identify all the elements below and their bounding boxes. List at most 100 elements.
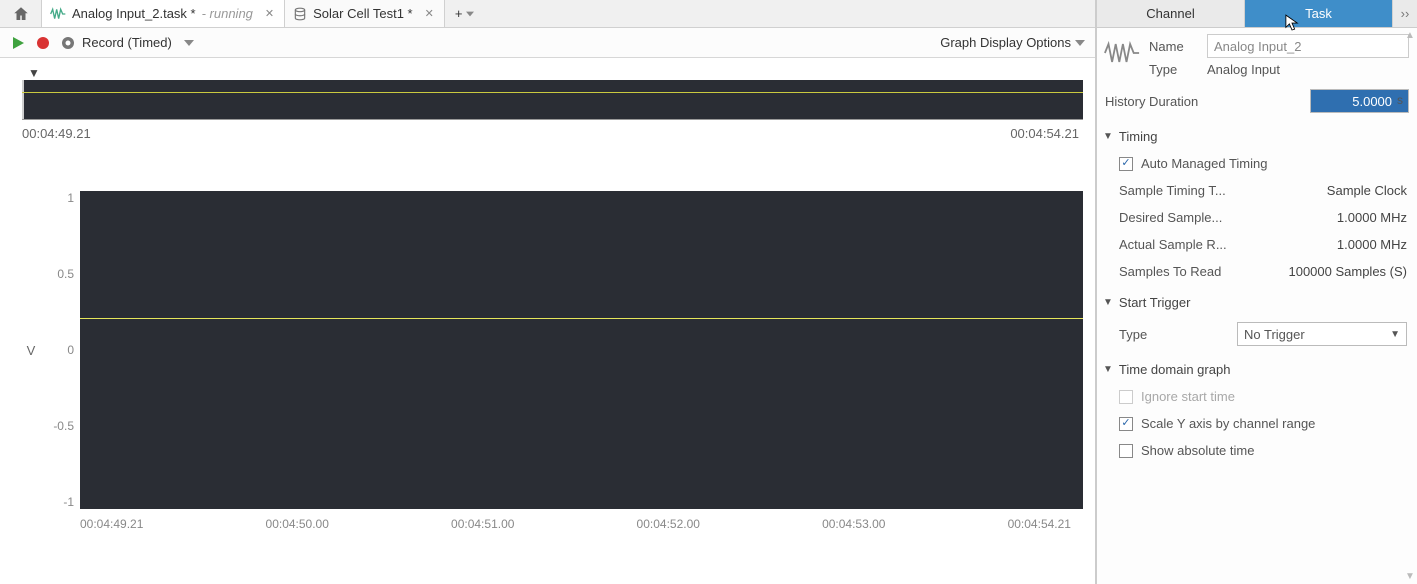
desired-sample-row: Desired Sample... 1.0000 MHz bbox=[1097, 204, 1417, 231]
scale-y-label: Scale Y axis by channel range bbox=[1141, 416, 1315, 431]
trigger-type-value: No Trigger bbox=[1244, 327, 1305, 342]
type-value: Analog Input bbox=[1207, 62, 1280, 77]
x-tick: 00:04:52.00 bbox=[637, 517, 700, 531]
database-icon bbox=[293, 7, 307, 21]
section-title: Start Trigger bbox=[1119, 295, 1191, 310]
tab-task[interactable]: Task bbox=[1245, 0, 1393, 27]
history-duration-unit: s bbox=[1397, 93, 1403, 107]
type-field-row: Type Analog Input bbox=[1149, 62, 1409, 77]
scale-y-row: Scale Y axis by channel range bbox=[1097, 410, 1417, 437]
ignore-start-time-row: Ignore start time bbox=[1097, 383, 1417, 410]
main-graph-row: V 1 0.5 0 -0.5 -1 bbox=[22, 191, 1083, 509]
stop-button[interactable] bbox=[36, 36, 50, 50]
overview-handle[interactable] bbox=[22, 80, 24, 119]
main-pane: Analog Input_2.task * - running ✕ Solar … bbox=[0, 0, 1096, 584]
home-button[interactable] bbox=[0, 0, 42, 27]
task-header-fields: Name Type Analog Input bbox=[1149, 34, 1409, 77]
properties-panel: Channel Task ›› Name Type Analog Input H… bbox=[1096, 0, 1417, 584]
y-axis: 1 0.5 0 -0.5 -1 bbox=[40, 191, 80, 509]
history-duration-label: History Duration bbox=[1105, 94, 1198, 109]
name-field-row: Name bbox=[1149, 34, 1409, 58]
scale-y-checkbox[interactable] bbox=[1119, 417, 1133, 431]
scroll-down-icon[interactable]: ▼ bbox=[1405, 571, 1415, 582]
chevron-down-icon: ▼ bbox=[1103, 364, 1113, 375]
chevron-down-icon bbox=[1075, 40, 1085, 46]
section-time-domain-graph[interactable]: ▼ Time domain graph bbox=[1097, 352, 1417, 383]
auto-managed-timing-label: Auto Managed Timing bbox=[1141, 156, 1267, 171]
y-tick: 0 bbox=[67, 343, 74, 357]
name-label: Name bbox=[1149, 39, 1199, 54]
workspace: ▼ 00:04:49.21 00:04:54.21 V 1 0.5 0 -0.5… bbox=[0, 58, 1095, 584]
y-axis-unit: V bbox=[22, 191, 40, 509]
task-header: Name Type Analog Input bbox=[1097, 28, 1417, 79]
play-icon bbox=[10, 35, 26, 51]
close-icon[interactable]: ✕ bbox=[425, 7, 434, 20]
auto-managed-timing-checkbox[interactable] bbox=[1119, 157, 1133, 171]
tab-analog-input[interactable]: Analog Input_2.task * - running ✕ bbox=[42, 0, 285, 27]
x-tick: 00:04:54.21 bbox=[1008, 517, 1071, 531]
graph-options-label: Graph Display Options bbox=[940, 35, 1071, 50]
ignore-start-time-checkbox bbox=[1119, 390, 1133, 404]
record-icon bbox=[60, 35, 76, 51]
trigger-type-label: Type bbox=[1119, 327, 1147, 342]
actual-sample-label: Actual Sample R... bbox=[1119, 237, 1227, 252]
overview-signal bbox=[22, 92, 1083, 93]
section-title: Time domain graph bbox=[1119, 362, 1231, 377]
show-absolute-time-label: Show absolute time bbox=[1141, 443, 1254, 458]
sample-timing-type-label: Sample Timing T... bbox=[1119, 183, 1226, 198]
x-tick: 00:04:50.00 bbox=[266, 517, 329, 531]
chevron-down-icon: ▼ bbox=[1103, 297, 1113, 308]
y-tick: 0.5 bbox=[57, 267, 74, 281]
waveform-icon bbox=[1104, 38, 1140, 68]
samples-to-read-value: 100000 Samples (S) bbox=[1288, 264, 1407, 279]
actual-sample-row: Actual Sample R... 1.0000 MHz bbox=[1097, 231, 1417, 258]
x-tick: 00:04:53.00 bbox=[822, 517, 885, 531]
tab-solar-cell[interactable]: Solar Cell Test1 * ✕ bbox=[285, 0, 445, 27]
trigger-type-dropdown[interactable]: No Trigger ▼ bbox=[1237, 322, 1407, 346]
show-absolute-time-checkbox[interactable] bbox=[1119, 444, 1133, 458]
close-icon[interactable]: ✕ bbox=[265, 7, 274, 20]
overview-end-time: 00:04:54.21 bbox=[1010, 126, 1079, 141]
y-tick: -0.5 bbox=[53, 419, 74, 433]
section-start-trigger[interactable]: ▼ Start Trigger bbox=[1097, 285, 1417, 316]
record-dot-icon bbox=[36, 36, 50, 50]
range-marker-icon[interactable]: ▼ bbox=[28, 66, 40, 80]
side-tabs: Channel Task ›› bbox=[1097, 0, 1417, 28]
task-icon bbox=[1103, 34, 1141, 72]
scroll-up-icon[interactable]: ▲ bbox=[1405, 30, 1415, 41]
tab-label: Analog Input_2.task * bbox=[72, 6, 196, 21]
desired-sample-value: 1.0000 MHz bbox=[1337, 210, 1407, 225]
x-tick: 00:04:51.00 bbox=[451, 517, 514, 531]
ignore-start-time-label: Ignore start time bbox=[1141, 389, 1235, 404]
document-tabs: Analog Input_2.task * - running ✕ Solar … bbox=[0, 0, 1095, 28]
tab-status: - running bbox=[202, 6, 253, 21]
tab-label: Solar Cell Test1 * bbox=[313, 6, 412, 21]
home-icon bbox=[12, 5, 30, 23]
auto-managed-timing-row: Auto Managed Timing bbox=[1097, 150, 1417, 177]
record-mode-button[interactable]: Record (Timed) bbox=[60, 35, 194, 51]
graph-display-options-button[interactable]: Graph Display Options bbox=[940, 35, 1085, 50]
sample-timing-type-row: Sample Timing T... Sample Clock bbox=[1097, 177, 1417, 204]
more-tabs-button[interactable]: ›› bbox=[1393, 0, 1417, 27]
signal-line bbox=[80, 318, 1083, 319]
section-timing[interactable]: ▼ Timing bbox=[1097, 119, 1417, 150]
task-name-input[interactable] bbox=[1207, 34, 1409, 58]
chevron-down-icon: ▼ bbox=[1103, 131, 1113, 142]
main-graph[interactable] bbox=[80, 191, 1083, 509]
marker-row: ▼ bbox=[22, 66, 1083, 80]
waveform-icon bbox=[50, 7, 66, 21]
history-duration-row: History Duration s bbox=[1097, 83, 1417, 119]
run-button[interactable] bbox=[10, 35, 26, 51]
y-tick: -1 bbox=[63, 495, 74, 509]
add-tab-button[interactable]: + bbox=[445, 6, 485, 21]
x-tick: 00:04:49.21 bbox=[80, 517, 143, 531]
tab-channel[interactable]: Channel bbox=[1097, 0, 1245, 27]
overview-start-time: 00:04:49.21 bbox=[22, 126, 91, 141]
overview-graph[interactable] bbox=[22, 80, 1083, 120]
chevron-down-icon bbox=[184, 40, 194, 46]
overview-times: 00:04:49.21 00:04:54.21 bbox=[22, 126, 1083, 141]
x-axis: 00:04:49.21 00:04:50.00 00:04:51.00 00:0… bbox=[80, 517, 1071, 531]
history-duration-input[interactable] bbox=[1310, 89, 1409, 113]
scrollbar[interactable]: ▲ ▼ bbox=[1405, 30, 1415, 582]
section-title: Timing bbox=[1119, 129, 1158, 144]
